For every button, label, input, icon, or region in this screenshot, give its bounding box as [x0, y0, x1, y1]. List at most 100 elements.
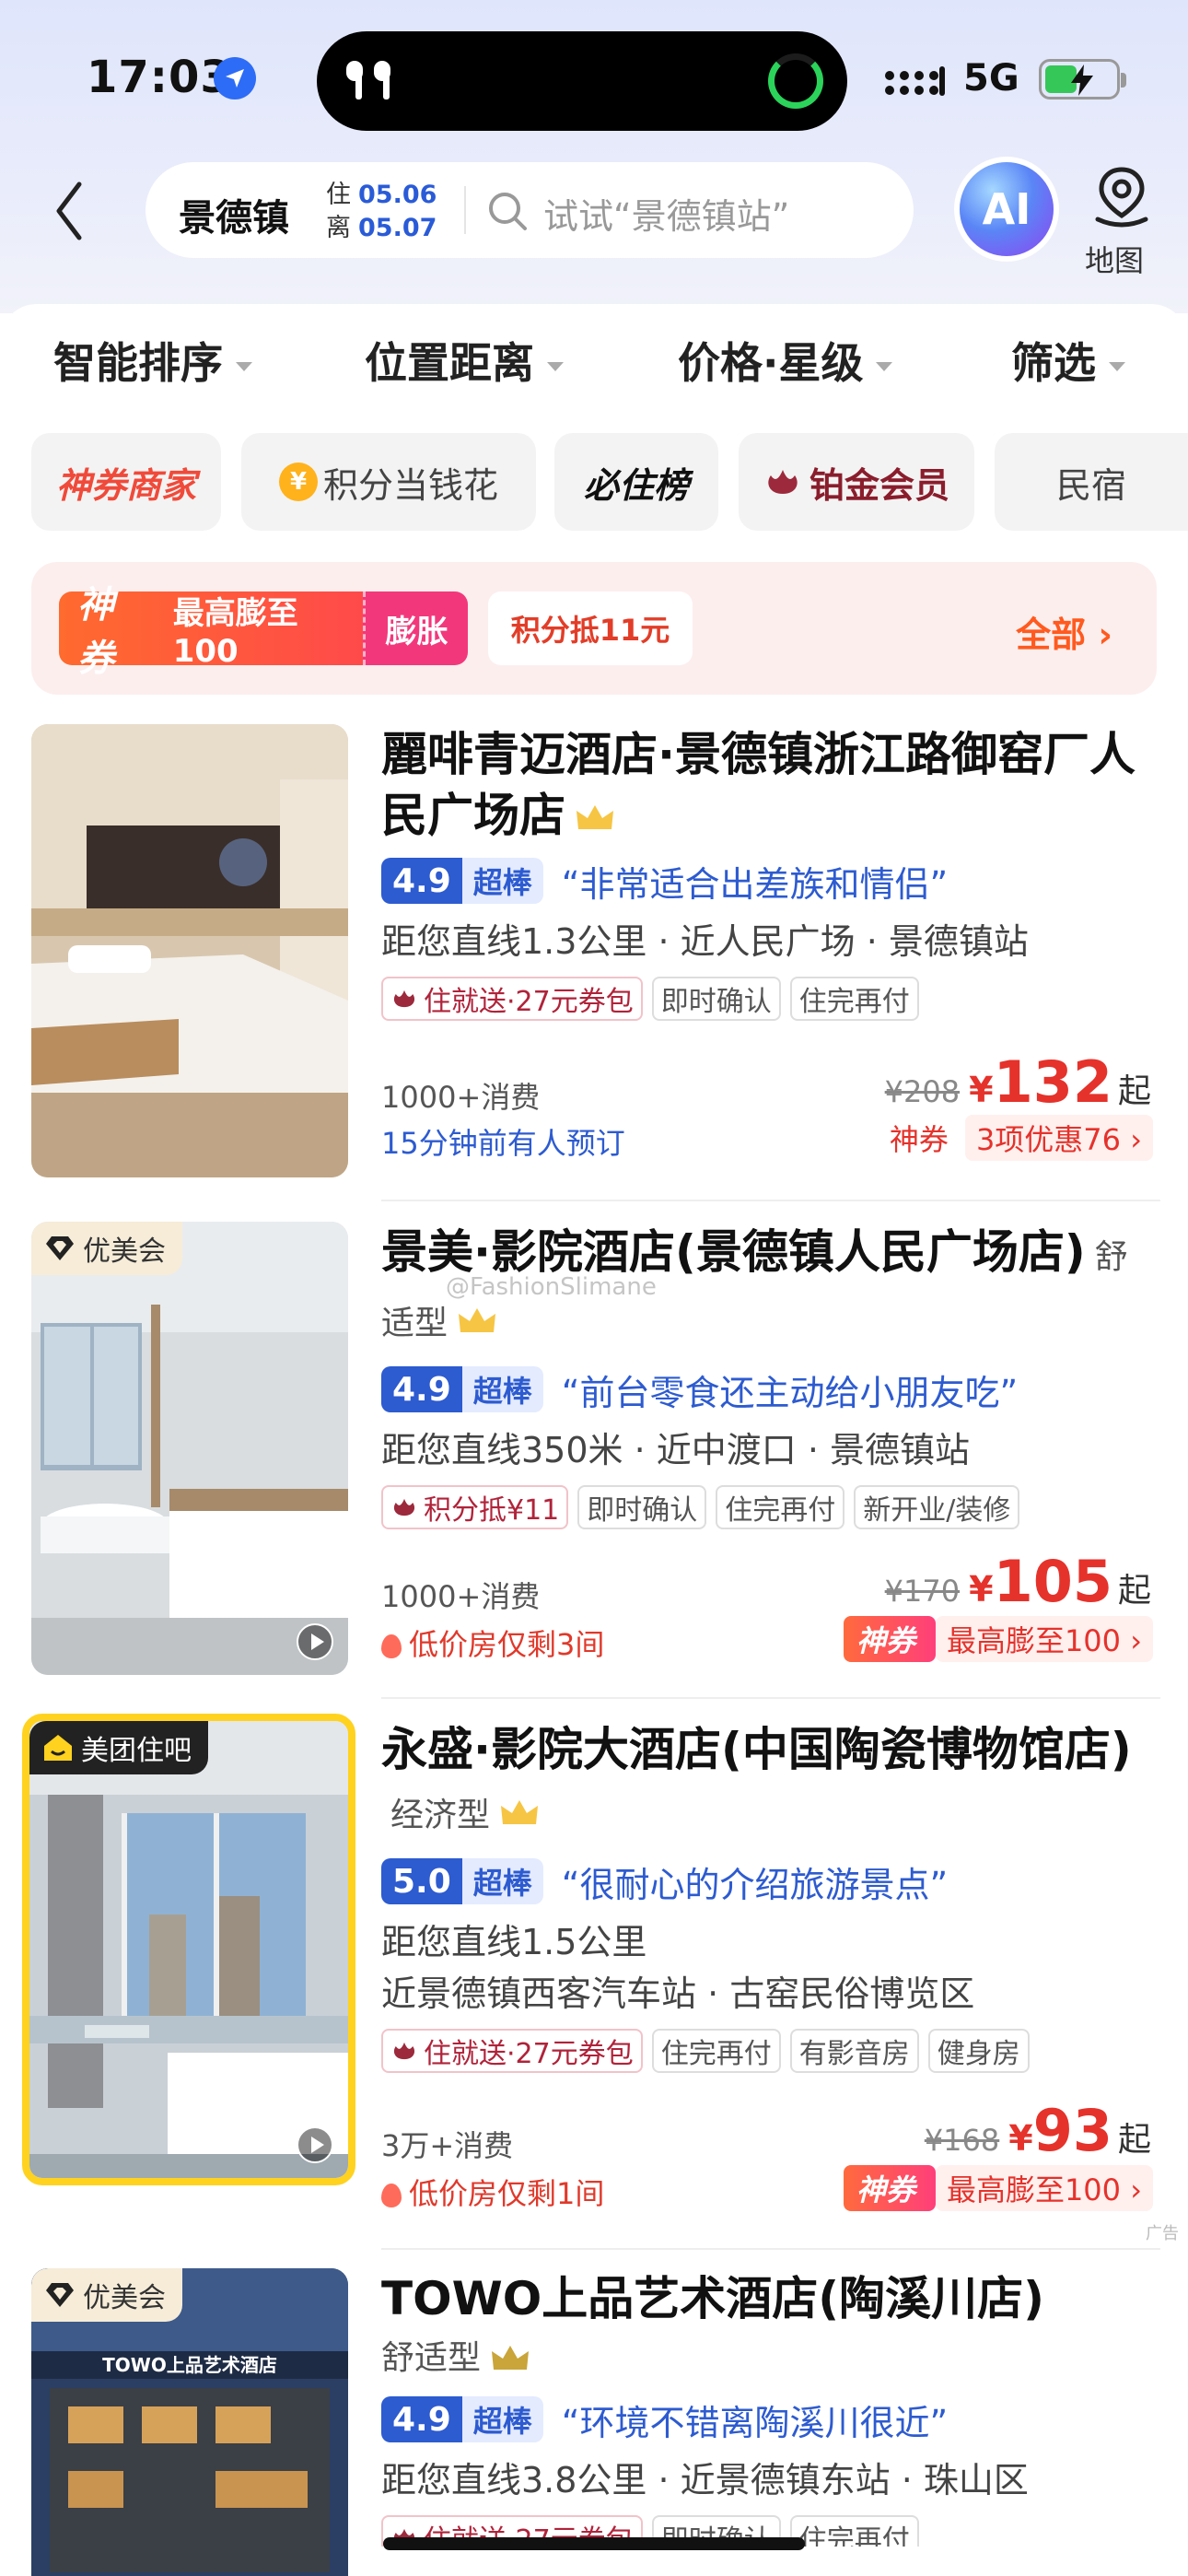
- search-input[interactable]: 试试“景德镇站”: [543, 188, 789, 239]
- coupon-boost-tag[interactable]: 神券 最高膨至100: [59, 584, 363, 680]
- chip-points[interactable]: ¥ 积分当钱花: [241, 433, 536, 531]
- hotel-photo[interactable]: [31, 724, 348, 1177]
- tag: 住就送·27元券包: [381, 977, 643, 1021]
- sort-distance-label: 位置距离: [365, 338, 534, 388]
- deal-row[interactable]: 神券 最高膨至100 ›: [843, 1616, 1153, 1662]
- sort-smart[interactable]: 智能排序: [53, 330, 252, 391]
- divider: [381, 1697, 1160, 1699]
- chip-platinum[interactable]: 铂金会员: [739, 433, 974, 531]
- sort-smart-label: 智能排序: [53, 338, 223, 388]
- boost-tag[interactable]: 膨胀: [363, 591, 468, 665]
- divider: [381, 2248, 1160, 2250]
- deal-detail[interactable]: 最高膨至100 ›: [935, 2165, 1153, 2211]
- dynamic-island: [317, 31, 847, 131]
- diamond-heart-icon: [46, 1236, 74, 1260]
- flower-icon: [393, 2042, 415, 2060]
- hotel-photo[interactable]: 优美会: [31, 1222, 348, 1675]
- tag: 即时确认: [577, 1485, 707, 1529]
- promo-banner[interactable]: 神券 最高膨至100 膨胀 积分抵11元 全部 ›: [31, 562, 1157, 695]
- recent-booking: 15分钟前有人预订: [381, 1126, 625, 1161]
- tag: 有影音房: [789, 2029, 919, 2073]
- chip-coupon-merchant[interactable]: 神券商家: [31, 433, 221, 531]
- flame-icon: [381, 2184, 402, 2207]
- ai-assistant-button[interactable]: AI: [960, 162, 1054, 256]
- price: ¥208 ¥132 起: [885, 1048, 1151, 1116]
- distance-text: 距您直线3.8公里 · 近景德镇东站 · 珠山区: [381, 2460, 1029, 2500]
- deal-detail[interactable]: 3项优惠76 ›: [964, 1115, 1153, 1161]
- status-time: 17:03: [87, 52, 232, 103]
- hotel-tier-row: 舒适型: [381, 2333, 1160, 2384]
- hotel-name[interactable]: 麗啡青迈酒店·景德镇浙江路御窑厂人民广场店: [381, 724, 1160, 846]
- original-price: ¥168: [924, 2123, 1000, 2158]
- back-chevron-icon[interactable]: [52, 179, 88, 243]
- rating-row: 4.9 超棒 “环境不错离陶溪川很近”: [381, 2394, 1160, 2445]
- search-bar[interactable]: 景德镇 住 05.06 离 05.07 试试“景德镇站”: [146, 162, 914, 258]
- points-deduction-tag[interactable]: 积分抵11元: [488, 591, 693, 665]
- member-badge: 美团住吧: [29, 1721, 208, 1774]
- checkout-date: 05.07: [358, 214, 437, 242]
- tag-list: 住就送·27元券包 即时确认 住完再付: [381, 977, 1160, 1021]
- yen-coin-icon: ¥: [278, 463, 318, 501]
- hotel-name[interactable]: TOWO上品艺术酒店(陶溪川店): [381, 2268, 1160, 2329]
- hotel-name[interactable]: 永盛·影院大酒店(中国陶瓷博物馆店) 经济型: [381, 1719, 1160, 1846]
- rating-score: 4.9: [381, 858, 462, 904]
- caret-down-icon: [876, 361, 893, 371]
- hotel-tier: 舒适型: [381, 2339, 482, 2377]
- tag: 即时确认: [651, 977, 781, 1021]
- city-selector[interactable]: 景德镇: [179, 188, 289, 241]
- chip-label: 积分当钱花: [322, 464, 498, 506]
- chip-homestay[interactable]: 民宿: [995, 433, 1188, 531]
- distance-text-secondary: 近景德镇西客汽车站 · 古窑民俗博览区: [381, 1973, 975, 2014]
- chip-label: 铂金会员: [809, 464, 949, 506]
- rating-grade: 超棒: [461, 1858, 543, 1904]
- activity-ring-icon: [768, 53, 823, 109]
- date-selector[interactable]: 住 05.06 离 05.07: [326, 179, 437, 245]
- hotel-photo[interactable]: 美团住吧: [22, 1714, 355, 2185]
- ad-label: 广告: [1146, 2224, 1179, 2243]
- price-suffix: 起: [1117, 1072, 1151, 1110]
- chip-must-stay[interactable]: 必住榜: [554, 433, 718, 531]
- sort-filter[interactable]: 筛选: [1011, 330, 1125, 391]
- video-play-icon[interactable]: [297, 1623, 333, 1660]
- hotel-photo[interactable]: TOWO上品艺术酒店 优美会: [31, 2268, 348, 2576]
- tag-list: 住就送·27元券包 住完再付 有影音房 健身房: [381, 2029, 1160, 2073]
- rating-grade: 超棒: [461, 2396, 543, 2442]
- video-play-icon[interactable]: [297, 2126, 333, 2163]
- crown-icon: [577, 804, 613, 829]
- hotel-name-text: 景美·影院酒店(景德镇人民广场店): [381, 1225, 1086, 1279]
- tag: 住完再付: [651, 2029, 781, 2073]
- rating-score: 5.0: [381, 1858, 462, 1904]
- rating-row: 5.0 超棒 “很耐心的介绍旅游景点”: [381, 1856, 1160, 1907]
- current-price: 93: [1032, 2097, 1112, 2164]
- distance-text: 距您直线350米 · 近中渡口 · 景德镇站: [381, 1430, 971, 1470]
- rating-grade: 超棒: [461, 858, 543, 904]
- hotel-sign-text: TOWO上品艺术酒店: [102, 2354, 277, 2376]
- status-bar: 17:03 5G: [0, 0, 1188, 157]
- house-smile-icon: [44, 1735, 72, 1761]
- sort-distance[interactable]: 位置距离: [365, 330, 564, 391]
- deal-row[interactable]: 神券 3项优惠76 ›: [890, 1115, 1153, 1161]
- deal-row[interactable]: 神券 最高膨至100 ›: [843, 2165, 1153, 2211]
- sales-count: 1000+消费: [381, 1579, 541, 1614]
- deal-detail[interactable]: 最高膨至100 ›: [935, 1616, 1153, 1662]
- network-type: 5G: [963, 57, 1019, 100]
- crown-icon: [492, 2346, 530, 2370]
- low-stock-notice: 低价房仅剩1间: [381, 2171, 604, 2213]
- tag: 住完再付: [789, 977, 919, 1021]
- sort-price-star[interactable]: 价格·星级: [678, 330, 893, 391]
- rating-score: 4.9: [381, 1366, 462, 1412]
- watermark: @FashionSlimane: [446, 1273, 657, 1301]
- crown-icon: [501, 1799, 539, 1824]
- home-indicator[interactable]: [383, 2537, 805, 2550]
- coupon-tag: 神券: [77, 584, 114, 680]
- flower-icon: [393, 989, 415, 1008]
- promo-all-link[interactable]: 全部 ›: [1016, 606, 1112, 657]
- checkin-date: 05.06: [358, 181, 437, 209]
- coupon-boost-text: 最高膨至100: [172, 594, 298, 670]
- current-price: 105: [993, 1548, 1112, 1615]
- deal-coupon-tag: 神券: [843, 1616, 936, 1662]
- rating-row: 4.9 超棒 “前台零食还主动给小朋友吃”: [381, 1364, 1160, 1415]
- flame-icon: [381, 1634, 402, 1658]
- rating-grade: 超棒: [461, 1366, 543, 1412]
- member-badge: 优美会: [31, 2268, 182, 2322]
